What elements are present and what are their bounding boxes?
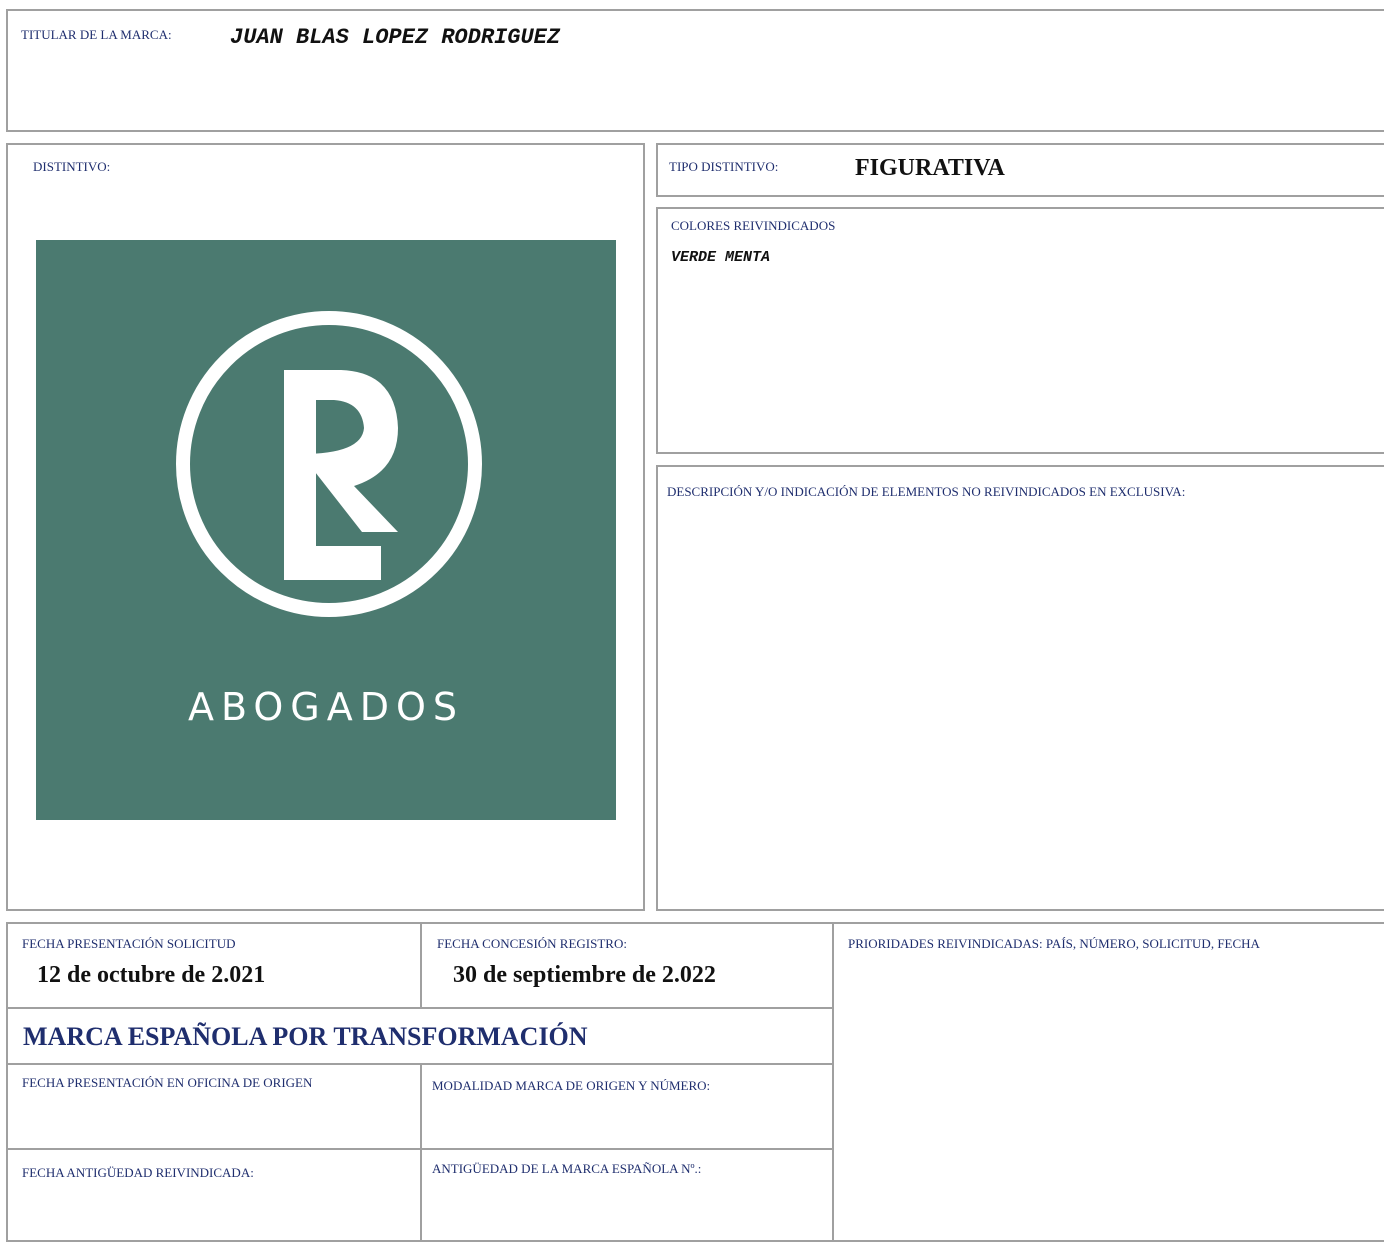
titular-section: TITULAR DE LA MARCA: JUAN BLAS LOPEZ ROD… bbox=[6, 9, 1384, 132]
tipo-distintivo-label: TIPO DISTINTIVO: bbox=[669, 159, 779, 174]
transformacion-title: MARCA ESPAÑOLA POR TRANSFORMACIÓN bbox=[23, 1022, 588, 1051]
transformacion-section: MARCA ESPAÑOLA POR TRANSFORMACIÓN bbox=[6, 1007, 834, 1065]
modalidad-origen-label: MODALIDAD MARCA DE ORIGEN Y NÚMERO: bbox=[432, 1078, 711, 1093]
descripcion-section: DESCRIPCIÓN Y/O INDICACIÓN DE ELEMENTOS … bbox=[656, 465, 1384, 911]
tipo-distintivo-section: TIPO DISTINTIVO: FIGURATIVA bbox=[656, 143, 1384, 197]
fecha-presentacion-section: FECHA PRESENTACIÓN SOLICITUD 12 de octub… bbox=[6, 922, 422, 1009]
distintivo-label: DISTINTIVO: bbox=[33, 159, 111, 174]
modalidad-origen-section: MODALIDAD MARCA DE ORIGEN Y NÚMERO: bbox=[420, 1063, 834, 1150]
fecha-oficina-origen-section: FECHA PRESENTACIÓN EN OFICINA DE ORIGEN bbox=[6, 1063, 422, 1150]
prioridades-section: PRIORIDADES REIVINDICADAS: PAÍS, NÚMERO,… bbox=[832, 922, 1384, 1242]
fecha-concesion-value: 30 de septiembre de 2.022 bbox=[453, 962, 716, 988]
colores-label: COLORES REIVINDICADOS bbox=[671, 218, 836, 233]
colores-value: VERDE MENTA bbox=[671, 249, 771, 266]
titular-value: JUAN BLAS LOPEZ RODRIGUEZ bbox=[230, 25, 561, 50]
descripcion-label: DESCRIPCIÓN Y/O INDICACIÓN DE ELEMENTOS … bbox=[667, 484, 1186, 499]
colores-section: COLORES REIVINDICADOS VERDE MENTA bbox=[656, 207, 1384, 454]
rl-monogram-icon bbox=[176, 311, 482, 617]
antiguedad-marca-label: ANTIGÜEDAD DE LA MARCA ESPAÑOLA Nº.: bbox=[432, 1161, 702, 1176]
antiguedad-marca-section: ANTIGÜEDAD DE LA MARCA ESPAÑOLA Nº.: bbox=[420, 1148, 834, 1242]
fecha-antiguedad-label: FECHA ANTIGÜEDAD REIVINDICADA: bbox=[22, 1165, 254, 1180]
logo-text: ABOGADOS bbox=[187, 685, 465, 729]
fecha-concesion-section: FECHA CONCESIÓN REGISTRO: 30 de septiemb… bbox=[420, 922, 834, 1009]
fecha-concesion-label: FECHA CONCESIÓN REGISTRO: bbox=[437, 936, 627, 951]
brand-logo: ABOGADOS bbox=[36, 240, 616, 820]
fecha-antiguedad-section: FECHA ANTIGÜEDAD REIVINDICADA: bbox=[6, 1148, 422, 1242]
fecha-presentacion-value: 12 de octubre de 2.021 bbox=[37, 962, 266, 988]
fecha-presentacion-label: FECHA PRESENTACIÓN SOLICITUD bbox=[22, 936, 236, 951]
tipo-distintivo-value: FIGURATIVA bbox=[855, 155, 1005, 181]
prioridades-label: PRIORIDADES REIVINDICADAS: PAÍS, NÚMERO,… bbox=[848, 936, 1260, 951]
fecha-oficina-origen-label: FECHA PRESENTACIÓN EN OFICINA DE ORIGEN bbox=[22, 1075, 313, 1090]
titular-label: TITULAR DE LA MARCA: bbox=[21, 27, 172, 42]
